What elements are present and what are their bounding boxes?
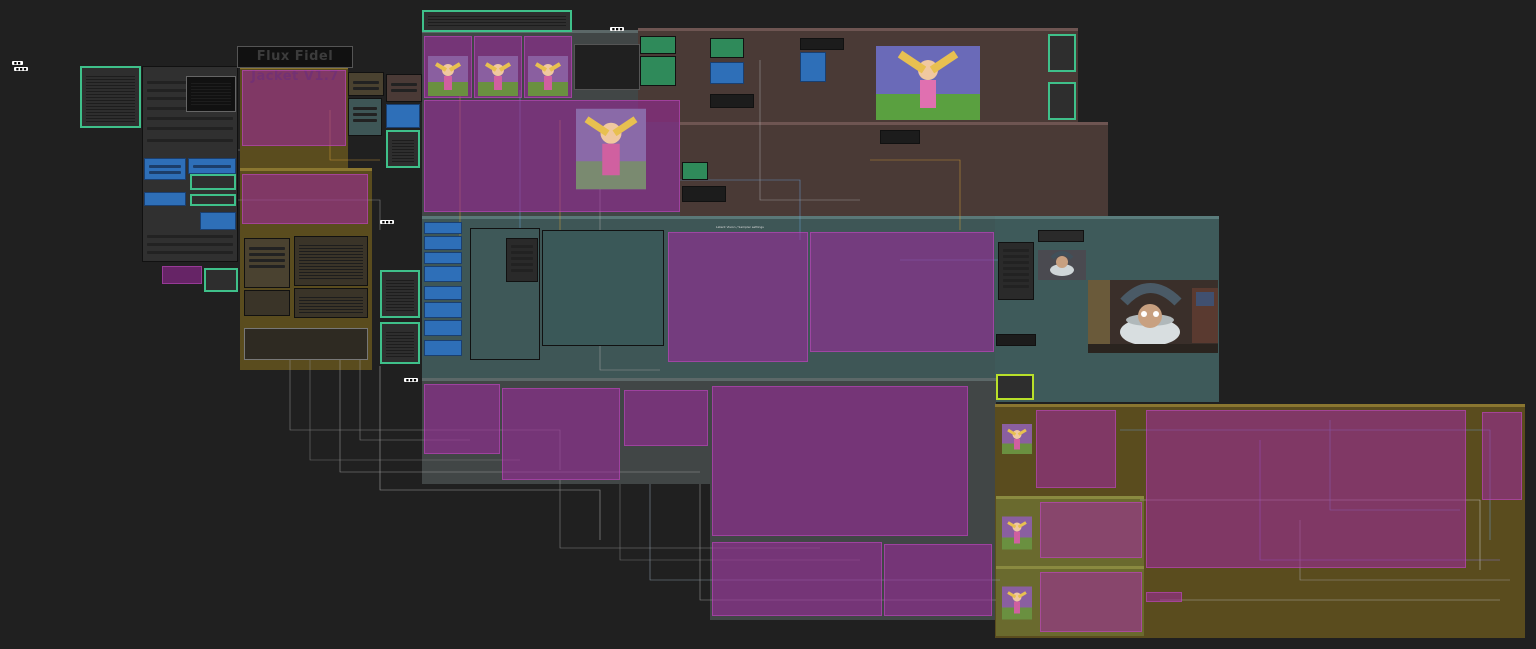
cartoon-girl-preview-wide <box>876 46 980 120</box>
dark-node-3[interactable] <box>682 186 726 202</box>
note-node-right-1[interactable] <box>1048 34 1076 72</box>
text-block-node-1[interactable] <box>294 236 368 286</box>
bypassed-lower-1[interactable] <box>424 384 500 454</box>
center-group-label: Latent Vision / Sampler settings <box>716 225 764 229</box>
floating-label-top: ■ ■ ■ <box>610 27 625 31</box>
wide-empty-node[interactable] <box>244 328 368 360</box>
dark-node-5[interactable] <box>996 334 1036 346</box>
note-node-instructions[interactable] <box>80 66 141 128</box>
sampler-node-blue-8[interactable] <box>424 340 462 356</box>
cartoon-girl-preview-large <box>576 108 646 190</box>
input-node-blue-3[interactable] <box>144 192 186 206</box>
loader-node-3[interactable] <box>348 98 382 136</box>
output-node-green-5[interactable] <box>380 270 420 318</box>
dark-node-4[interactable] <box>880 130 920 144</box>
bypassed-node-small[interactable] <box>162 266 202 284</box>
bypassed-center-1[interactable] <box>668 232 808 362</box>
bypassed-prompt-node[interactable] <box>242 70 346 146</box>
cartoon-girl-preview-icon-3 <box>528 56 568 96</box>
model-node-blue-1[interactable] <box>710 62 744 84</box>
bypassed-olive-1[interactable] <box>1036 410 1116 488</box>
bypassed-notes-node[interactable] <box>242 174 368 224</box>
loader-node-2[interactable] <box>386 74 422 102</box>
model-node-green-3[interactable] <box>710 38 744 58</box>
teacup-creature-preview-large <box>1088 280 1218 353</box>
sampler-widgets[interactable] <box>506 238 538 282</box>
floating-label-c: ■ ■ ■ <box>380 220 395 224</box>
bypassed-lower-2[interactable] <box>502 388 620 480</box>
note-node-top[interactable] <box>422 10 572 32</box>
output-node-green-1[interactable] <box>190 174 236 190</box>
model-node-green-1[interactable] <box>640 36 676 54</box>
loader-node-1[interactable] <box>348 72 384 96</box>
dark-node-1[interactable] <box>710 94 754 108</box>
input-node-blue-4[interactable] <box>200 212 236 230</box>
bypassed-olive-2[interactable] <box>1146 410 1466 568</box>
bypassed-center-2[interactable] <box>810 232 994 352</box>
small-node-brown[interactable] <box>244 290 290 316</box>
preview-empty[interactable] <box>574 44 640 90</box>
note-text-lines <box>86 76 135 122</box>
sampler-node-blue-4[interactable] <box>424 266 462 282</box>
cartoon-girl-preview-icon-2 <box>478 56 518 96</box>
bypassed-bottom-1[interactable] <box>712 386 968 536</box>
teacup-creature-preview-icon <box>1038 250 1086 280</box>
model-node-green-2[interactable] <box>640 56 676 86</box>
cartoon-girl-preview-small-2 <box>1002 516 1032 550</box>
output-node-green-6[interactable] <box>380 322 420 364</box>
bypassed-olive-sub-b[interactable] <box>1040 572 1142 632</box>
cartoon-girl-preview-small-3 <box>1002 586 1032 620</box>
sampler-node-blue-7[interactable] <box>424 320 462 336</box>
floating-label-a: ■ ■ <box>12 61 23 65</box>
output-node-green-4[interactable] <box>386 130 420 168</box>
node-graph-canvas[interactable]: ■ ■ ■ ■ ■ Flux Fidel Jacket V1.7 ■ ■ ■ ■… <box>0 0 1536 649</box>
input-node-blue-5[interactable] <box>386 104 420 128</box>
selected-node-yellow[interactable] <box>996 374 1034 400</box>
text-list-node[interactable] <box>186 76 236 112</box>
model-node-green-4[interactable] <box>682 162 708 180</box>
sampler-node-blue-5[interactable] <box>424 286 462 300</box>
bypassed-olive-sub-a[interactable] <box>1040 502 1142 558</box>
upscale-settings[interactable] <box>1038 230 1084 242</box>
text-block-node-2[interactable] <box>294 288 368 318</box>
sampler-node-blue-1[interactable] <box>424 222 462 234</box>
loader-list-right[interactable] <box>998 242 1034 300</box>
sampler-node-blue-3[interactable] <box>424 252 462 264</box>
bypassed-olive-3[interactable] <box>1482 412 1522 500</box>
output-node-green-3[interactable] <box>204 268 238 292</box>
input-node-blue-1[interactable] <box>144 158 186 180</box>
bypassed-bottom-3[interactable] <box>884 544 992 616</box>
sampler-node-blue-6[interactable] <box>424 302 462 318</box>
bypassed-bottom-2[interactable] <box>712 542 882 616</box>
output-node-green-2[interactable] <box>190 194 236 206</box>
dark-node-2[interactable] <box>800 38 844 50</box>
note-node-right-2[interactable] <box>1048 82 1076 120</box>
latent-preview-node[interactable] <box>542 230 664 346</box>
list-node-brown[interactable] <box>244 238 290 288</box>
bypassed-olive-small[interactable] <box>1146 592 1182 602</box>
sampler-node-blue-2[interactable] <box>424 236 462 250</box>
floating-label-b: ■ ■ ■ <box>14 67 29 71</box>
floating-label-d: ■ ■ ■ <box>404 378 419 382</box>
input-node-blue-2[interactable] <box>188 158 236 174</box>
workflow-title-banner: Flux Fidel Jacket V1.7 <box>237 46 353 84</box>
cartoon-girl-preview-small-1 <box>1002 424 1032 454</box>
model-node-blue-2[interactable] <box>800 52 826 82</box>
bypassed-lower-3[interactable] <box>624 390 708 446</box>
cartoon-girl-preview-icon <box>428 56 468 96</box>
